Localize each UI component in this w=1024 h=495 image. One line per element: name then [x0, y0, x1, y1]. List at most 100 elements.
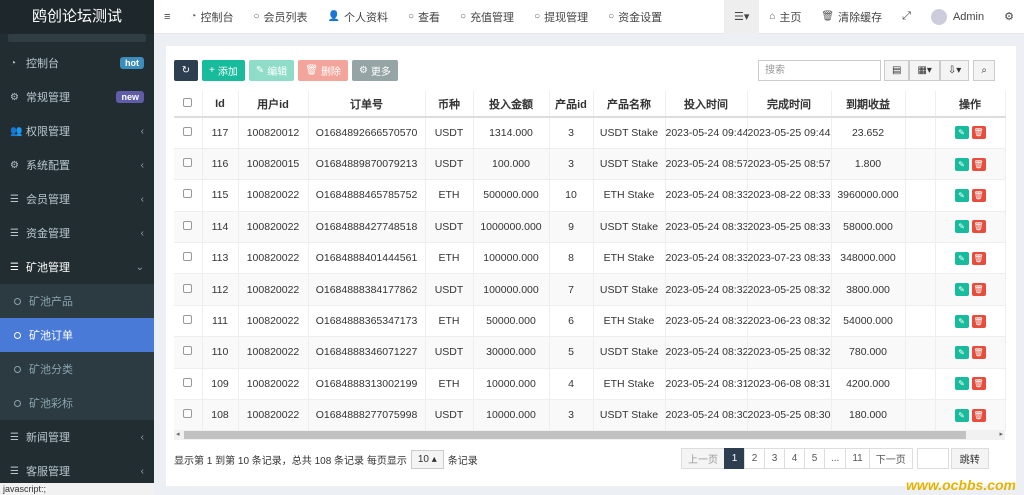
- tab-profile[interactable]: 👤 个人资料: [318, 0, 398, 34]
- row-checkbox[interactable]: [174, 211, 203, 244]
- tab-member-list[interactable]: ○ 会员列表: [243, 0, 317, 34]
- tab-dashboard[interactable]: ◔ 控制台: [180, 0, 243, 34]
- table-row[interactable]: 110 100820022 O1684888346071227 USDT 30000.0…: [174, 336, 1006, 369]
- select-all-checkbox[interactable]: [174, 91, 203, 118]
- tab-fund-settings[interactable]: ○ 资金设置: [598, 0, 672, 34]
- page-button[interactable]: 11: [845, 448, 870, 469]
- user-menu[interactable]: Admin: [921, 0, 994, 34]
- sidebar-item-system[interactable]: ⚙ 系统配置 ‹: [0, 148, 154, 182]
- columns-button[interactable]: ▦▾: [909, 60, 940, 81]
- page-button[interactable]: 4: [784, 448, 805, 469]
- edit-icon[interactable]: ✎: [954, 377, 969, 391]
- refresh-button[interactable]: ↻: [174, 60, 198, 81]
- row-checkbox[interactable]: [174, 399, 203, 432]
- sidebar-item-news[interactable]: ☰ 新闻管理 ‹: [0, 420, 154, 454]
- col-header[interactable]: 产品名称: [593, 91, 666, 118]
- col-header[interactable]: 订单号: [308, 91, 426, 118]
- sidebar-item-pool[interactable]: ☰ 矿池管理 ⌄: [0, 250, 154, 284]
- row-checkbox[interactable]: [174, 148, 203, 181]
- menu-toggle-button[interactable]: ≡: [154, 0, 180, 34]
- table-row[interactable]: 108 100820022 O1684888277075998 USDT 10000.0…: [174, 399, 1006, 432]
- sidebar-item-funds[interactable]: ☰ 资金管理 ‹: [0, 216, 154, 250]
- horizontal-scrollbar[interactable]: ◂ ▸: [174, 430, 1005, 440]
- more-button[interactable]: ⚙ 更多: [351, 60, 398, 81]
- trash-icon[interactable]: 🗑: [971, 157, 986, 171]
- trash-icon[interactable]: 🗑: [971, 345, 986, 359]
- table-row[interactable]: 111 100820022 O1684888365347173 ETH 50000.00…: [174, 305, 1006, 338]
- row-checkbox[interactable]: [174, 179, 203, 212]
- col-header[interactable]: 币种: [425, 91, 474, 118]
- row-checkbox[interactable]: [174, 117, 203, 149]
- next-page-button[interactable]: 下一页: [868, 448, 913, 469]
- trash-icon[interactable]: 🗑: [971, 251, 986, 265]
- row-checkbox[interactable]: [174, 242, 203, 275]
- row-checkbox[interactable]: [174, 336, 203, 369]
- sidebar-item-dashboard[interactable]: ◔ 控制台 hot: [0, 46, 154, 80]
- row-checkbox[interactable]: [174, 273, 203, 306]
- table-row[interactable]: 117 100820012 O1684892666570570 USDT 1314.00…: [174, 117, 1006, 149]
- edit-icon[interactable]: ✎: [954, 283, 969, 297]
- table-row[interactable]: 114 100820022 O1684888427748518 USDT 1000000…: [174, 211, 1006, 244]
- sidebar-subitem-pool-orders[interactable]: 矿池订单: [0, 318, 154, 352]
- edit-button[interactable]: ✎ 编辑: [248, 60, 295, 81]
- table-row[interactable]: 109 100820022 O1684888313002199 ETH 10000.00…: [174, 368, 1006, 401]
- sidebar-item-general[interactable]: ⚙ 常规管理 new: [0, 80, 154, 114]
- page-size-select[interactable]: 10 ▴: [410, 450, 444, 469]
- edit-icon[interactable]: ✎: [954, 157, 969, 171]
- tab-withdraw[interactable]: ○ 提现管理: [524, 0, 598, 34]
- sidebar-subitem-pool-products[interactable]: 矿池产品: [0, 284, 154, 318]
- table-row[interactable]: 112 100820022 O1684888384177862 USDT 100000.…: [174, 273, 1006, 306]
- fullscreen-button[interactable]: ⤢: [892, 0, 921, 34]
- tab-list-dropdown[interactable]: ☰▾: [723, 0, 760, 34]
- row-checkbox[interactable]: [174, 368, 203, 401]
- edit-icon[interactable]: ✎: [954, 408, 969, 422]
- advanced-search-button[interactable]: ⌕: [973, 60, 995, 81]
- jump-page-input[interactable]: [916, 448, 949, 469]
- col-header[interactable]: 产品id: [549, 91, 594, 118]
- page-button[interactable]: 5: [804, 448, 825, 469]
- trash-icon[interactable]: 🗑: [971, 408, 986, 422]
- delete-button[interactable]: 🗑 删除: [298, 60, 348, 81]
- edit-icon[interactable]: ✎: [954, 251, 969, 265]
- page-button[interactable]: 1: [724, 448, 745, 469]
- col-header[interactable]: 投入金额: [473, 91, 550, 118]
- add-button[interactable]: + 添加: [202, 60, 245, 81]
- col-header[interactable]: 到期收益: [831, 91, 906, 118]
- jump-button[interactable]: 跳转: [950, 448, 989, 469]
- prev-page-button[interactable]: 上一页: [681, 448, 725, 469]
- settings-button[interactable]: ⚙: [994, 0, 1024, 34]
- sidebar-item-members[interactable]: ☰ 会员管理 ‹: [0, 182, 154, 216]
- col-header[interactable]: 用户id: [238, 91, 309, 118]
- col-header[interactable]: 完成时间: [747, 91, 832, 118]
- sidebar-subitem-pool-labels[interactable]: 矿池彩标: [0, 386, 154, 420]
- edit-icon[interactable]: ✎: [954, 314, 969, 328]
- trash-icon[interactable]: 🗑: [971, 283, 986, 297]
- edit-icon[interactable]: ✎: [954, 345, 969, 359]
- col-header[interactable]: Id: [202, 91, 239, 118]
- search-input[interactable]: 搜索: [758, 60, 881, 81]
- edit-icon[interactable]: ✎: [954, 126, 969, 140]
- edit-icon[interactable]: ✎: [954, 220, 969, 234]
- trash-icon[interactable]: 🗑: [971, 377, 986, 391]
- table-row[interactable]: 116 100820015 O1684889870079213 USDT 100.000…: [174, 148, 1006, 181]
- page-button[interactable]: 2: [744, 448, 765, 469]
- toggle-view-button[interactable]: ▤: [884, 60, 910, 81]
- table-row[interactable]: 113 100820022 O1684888401444561 ETH 100000.0…: [174, 242, 1006, 275]
- col-header[interactable]: 投入时间: [665, 91, 748, 118]
- trash-icon[interactable]: 🗑: [971, 126, 986, 140]
- export-button[interactable]: ⇩▾: [939, 60, 970, 81]
- edit-icon[interactable]: ✎: [954, 188, 969, 202]
- trash-icon[interactable]: 🗑: [971, 188, 986, 202]
- trash-icon[interactable]: 🗑: [971, 220, 986, 234]
- tab-view[interactable]: ○ 查看: [398, 0, 450, 34]
- row-checkbox[interactable]: [174, 305, 203, 338]
- sidebar-item-permissions[interactable]: 👥 权限管理 ‹: [0, 114, 154, 148]
- clear-cache-button[interactable]: 🗑 清除缓存: [811, 0, 892, 34]
- home-link[interactable]: ⌂ 主页: [759, 0, 811, 34]
- scroll-left-icon[interactable]: ◂: [176, 430, 180, 440]
- scrollbar-thumb[interactable]: [184, 431, 966, 439]
- sidebar-subitem-pool-categories[interactable]: 矿池分类: [0, 352, 154, 386]
- scroll-right-icon[interactable]: ▸: [999, 430, 1003, 440]
- trash-icon[interactable]: 🗑: [971, 314, 986, 328]
- page-button[interactable]: 3: [764, 448, 785, 469]
